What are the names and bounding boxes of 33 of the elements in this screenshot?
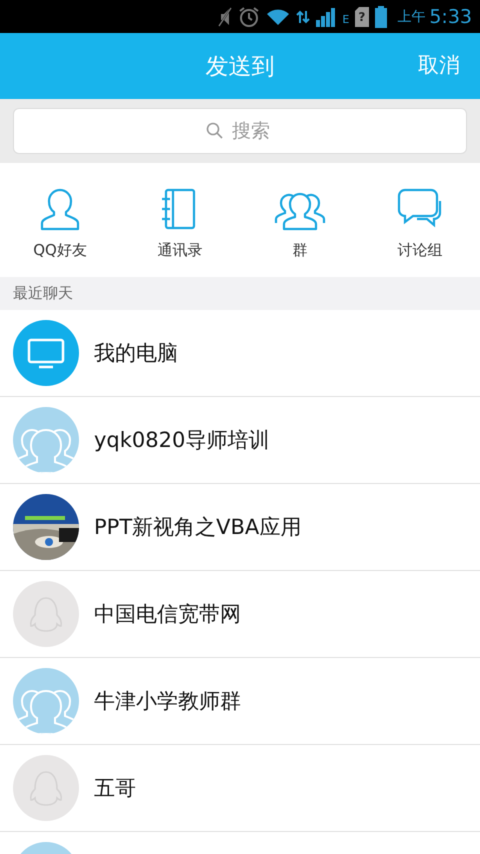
chat-row[interactable]: 五哥 <box>0 745 480 832</box>
chat-name: yqk0820导师培训 <box>94 427 270 454</box>
sim-status-mark: ? <box>358 8 366 24</box>
signal-icon <box>316 6 336 26</box>
data-arrows-icon <box>296 10 310 24</box>
computer-avatar-icon <box>13 320 79 386</box>
chat-row[interactable]: 我的电脑 <box>0 310 480 397</box>
battery-icon <box>375 6 388 28</box>
page-title: 发送到 <box>206 52 274 82</box>
chat-row[interactable]: 中国电信宽带网 <box>0 571 480 658</box>
chat-name: 我的电脑 <box>94 340 178 367</box>
chat-name: 五哥 <box>94 775 136 802</box>
chat-name: 中国电信宽带网 <box>94 601 241 628</box>
chat-row[interactable]: 牛津小学教师群 <box>0 658 480 745</box>
default-avatar-icon <box>13 581 79 647</box>
status-time: 5:33 <box>429 6 472 28</box>
chat-name: PPT新视角之VBA应用 <box>94 514 302 541</box>
group-avatar-icon <box>13 668 79 734</box>
group-avatar-icon <box>13 407 79 473</box>
section-title: 最近聊天 <box>13 284 73 303</box>
alarm-icon <box>238 6 260 28</box>
chat-row[interactable]: PPT新视角之VBA应用 <box>0 484 480 571</box>
time-period: 上午 <box>397 8 426 26</box>
default-avatar-icon <box>13 755 79 821</box>
sim-card-icon <box>355 6 370 26</box>
search-field[interactable]: 搜索 <box>13 108 467 154</box>
network-type: E <box>342 13 350 26</box>
wifi-icon <box>266 8 290 26</box>
mute-icon <box>218 6 232 26</box>
chat-name: 牛津小学教师群 <box>94 688 241 715</box>
search-icon <box>206 122 223 139</box>
chat-row[interactable]: yqk0820导师培训 <box>0 397 480 484</box>
person-icon <box>38 186 82 230</box>
